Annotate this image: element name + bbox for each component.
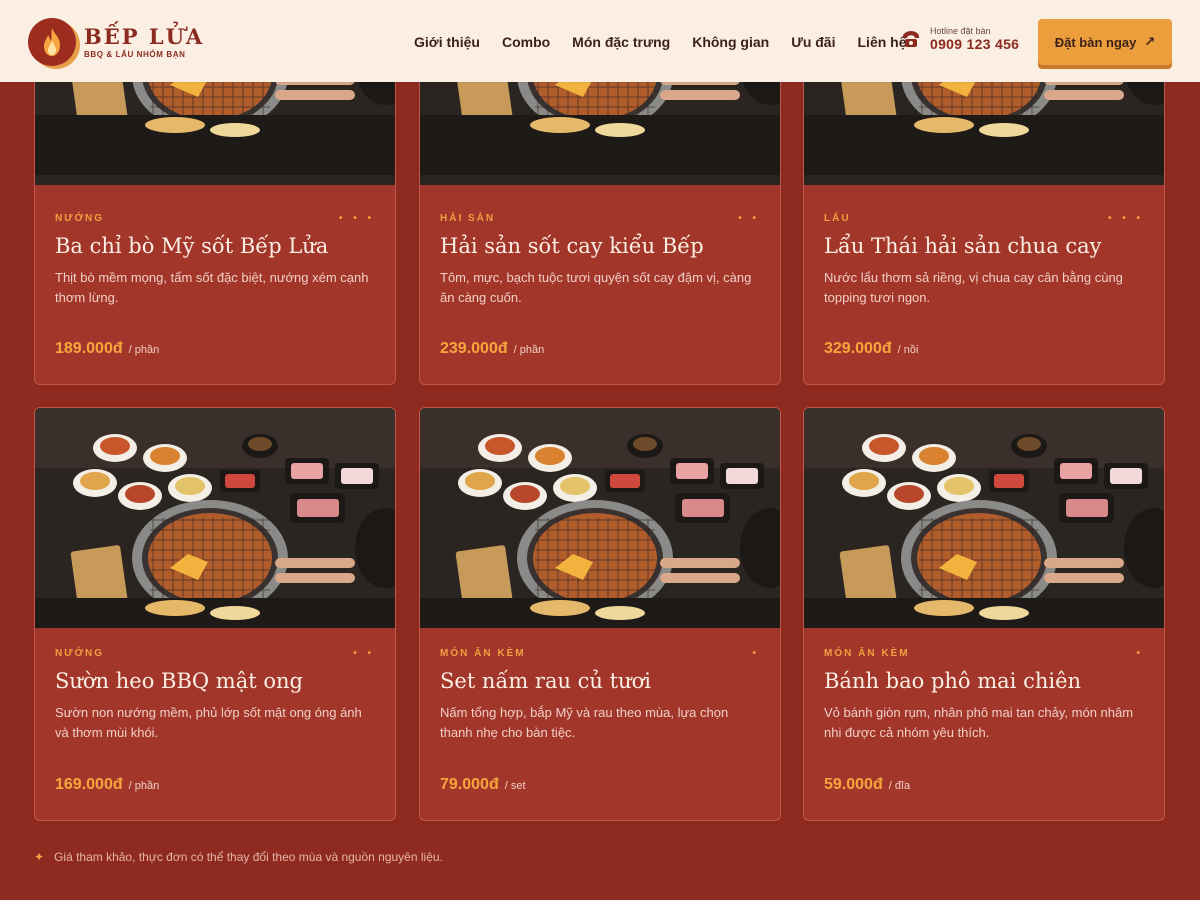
nav-item-combo[interactable]: Combo [502,34,550,50]
nav-item-mon-dac-trung[interactable]: Món đặc trưng [572,34,670,50]
menu-card-category: HẢI SẢN [440,213,496,224]
menu-card-price-row: 79.000đ / set [440,776,526,794]
menu-card-body: HẢI SẢN • • Hải sản sốt cay kiểu Bếp Tôm… [440,213,760,308]
menu-card-title: Set nấm rau củ tươi [440,669,651,693]
nav-item-uu-dai[interactable]: Ưu đãi [791,34,835,50]
book-table-button[interactable]: Đặt bàn ngay ↗ [1038,19,1172,65]
menu-card-description: Nấm tổng hợp, bắp Mỹ và rau theo mùa, lự… [440,705,729,740]
menu-card-price-row: 239.000đ / phần [440,340,544,358]
spice-level-dots: • • [353,648,375,659]
menu-card[interactable]: MÓN ĂN KÈM • Bánh bao phô mai chiên Vỏ b… [803,407,1165,821]
flame-icon [28,18,76,66]
menu-card-unit: / đĩa [888,780,911,792]
price-note-text: Giá tham khảo, thực đơn có thể thay đổi … [54,850,443,864]
nav-item-gioi-thieu[interactable]: Giới thiệu [414,34,480,50]
menu-card-description: Nước lẩu thơm sả riềng, vị chua cay cân … [824,270,1123,305]
spice-level-dots: • [752,648,760,659]
menu-card-body: MÓN ĂN KÈM • Set nấm rau củ tươi Nấm tổn… [440,648,760,743]
menu-card-description: Tôm, mực, bạch tuộc tươi quyện sốt cay đ… [440,270,752,305]
menu-card-price: 169.000đ [55,776,123,793]
spice-level-dots: • [1136,648,1144,659]
menu-card-body: NƯỚNG • • Sườn heo BBQ mật ong Sườn non … [55,648,375,743]
menu-card-body: MÓN ĂN KÈM • Bánh bao phô mai chiên Vỏ b… [824,648,1144,743]
menu-card[interactable]: NƯỚNG • • Sườn heo BBQ mật ong Sườn non … [34,407,396,821]
menu-card-image [420,408,780,628]
book-table-label: Đặt bàn ngay [1054,34,1137,50]
menu-card-title: Bánh bao phô mai chiên [824,669,1082,693]
menu-card-description: Thịt bò mềm mọng, tẩm sốt đặc biệt, nướn… [55,270,369,305]
menu-card-description: Vỏ bánh giòn rụm, nhân phô mai tan chảy,… [824,705,1134,740]
spice-level-dots: • • [738,213,760,224]
menu-card-unit: / phần [128,780,160,792]
brand-tagline: BBQ & LẨU NHÓM BẠN [84,50,186,59]
price-note: ✦ Giá tham khảo, thực đơn có thể thay đổi… [34,850,443,864]
spice-level-dots: • • • [338,213,375,224]
menu-card-description: Sườn non nướng mềm, phủ lớp sốt mật ong … [55,705,362,740]
hotline-number[interactable]: 0909 123 456 [930,36,1019,52]
menu-card-title: Sườn heo BBQ mật ong [55,669,303,693]
spice-level-dots: • • • [1107,213,1144,224]
sparkle-icon: ✦ [34,850,45,864]
brand-logo[interactable]: BẾP LỬA BBQ & LẨU NHÓM BẠN [28,18,204,66]
menu-card-price: 59.000đ [824,776,883,793]
menu-card-price-row: 169.000đ / phần [55,776,159,794]
menu-card-title: Hải sản sốt cay kiểu Bếp [440,234,704,258]
menu-card-title: Lẩu Thái hải sản chua cay [824,234,1102,258]
menu-card-body: NƯỚNG • • • Ba chỉ bò Mỹ sốt Bếp Lửa Thị… [55,213,375,308]
arrow-up-right-icon: ↗ [1144,34,1156,49]
menu-card-price: 189.000đ [55,340,123,357]
menu-card-category: NƯỚNG [55,648,105,659]
menu-card-price-row: 59.000đ / đĩa [824,776,910,794]
menu-card-unit: / set [504,780,526,792]
menu-card-price-row: 189.000đ / phần [55,340,159,358]
menu-card-price-row: 329.000đ / nồi [824,340,918,358]
nav-item-khong-gian[interactable]: Không gian [692,34,769,50]
menu-card-image [804,408,1164,628]
menu-card-price: 79.000đ [440,776,499,793]
menu-card-image [35,408,395,628]
menu-card-price: 239.000đ [440,340,508,357]
hotline-label: Hotline đặt bàn [930,26,991,36]
menu-card-category: MÓN ĂN KÈM [440,648,526,659]
menu-card-category: MÓN ĂN KÈM [824,648,910,659]
phone-icon [903,31,919,47]
site-header: BẾP LỬA BBQ & LẨU NHÓM BẠN Giới thiệu Co… [0,0,1200,82]
menu-card[interactable]: MÓN ĂN KÈM • Set nấm rau củ tươi Nấm tổn… [419,407,781,821]
menu-card-price: 329.000đ [824,340,892,357]
brand-name: BẾP LỬA [84,24,205,49]
menu-card-unit: / phần [513,344,545,356]
hotline[interactable]: Hotline đặt bàn 0909 123 456 [900,26,1019,52]
menu-card-category: LẨU [824,213,851,224]
menu-card-unit: / nồi [897,344,919,356]
menu-card-title: Ba chỉ bò Mỹ sốt Bếp Lửa [55,234,329,258]
menu-card-category: NƯỚNG [55,213,105,224]
main-nav: Giới thiệu Combo Món đặc trưng Không gia… [414,34,929,50]
menu-card-unit: / phần [128,344,160,356]
menu-card-body: LẨU • • • Lẩu Thái hải sản chua cay Nước… [824,213,1144,308]
